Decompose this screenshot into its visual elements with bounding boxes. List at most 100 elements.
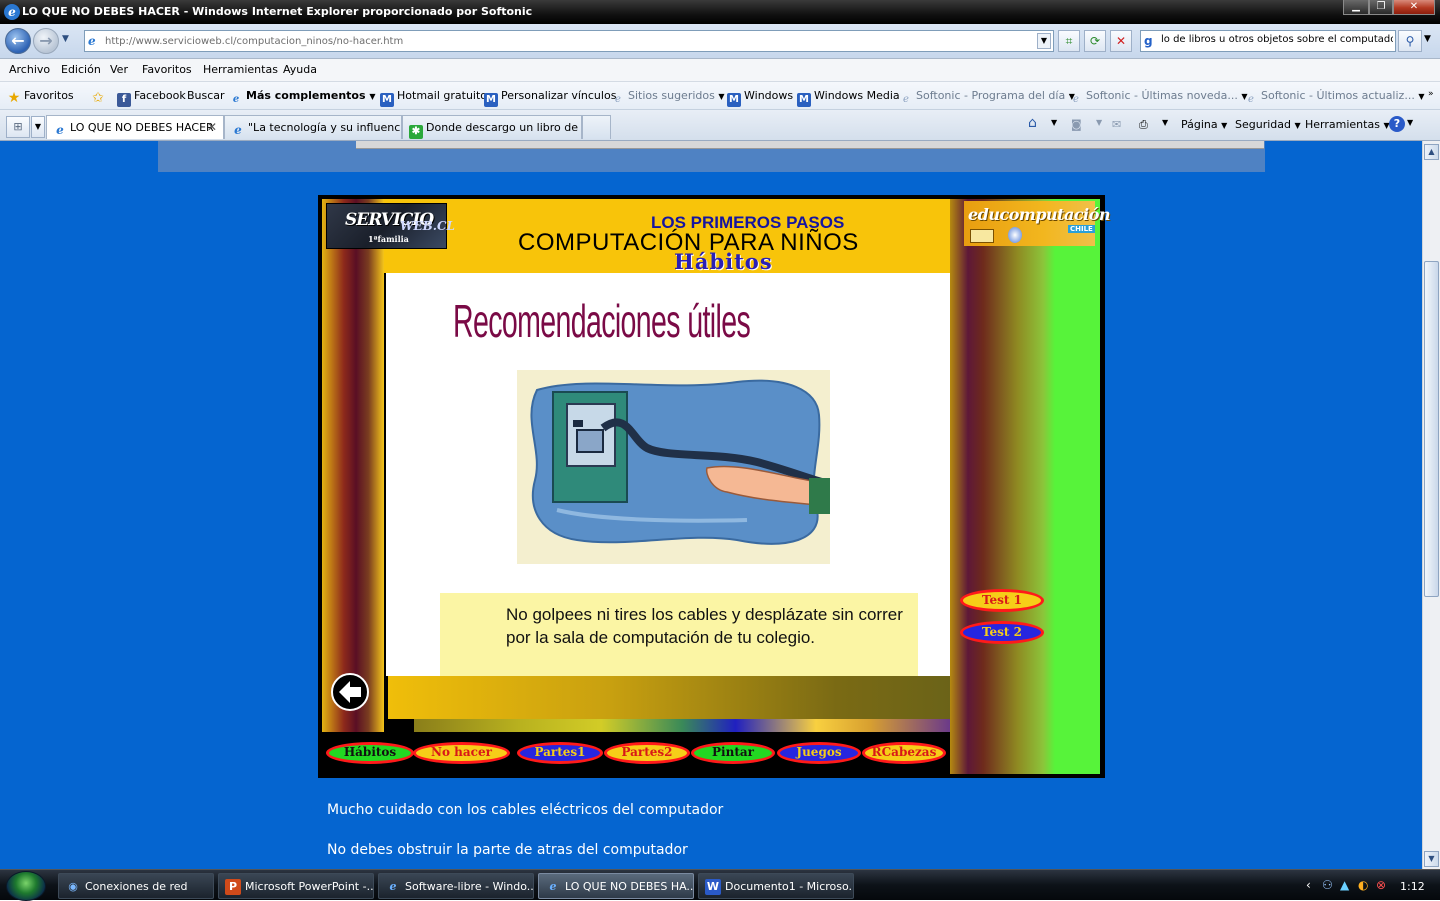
ie-page-icon: e bbox=[234, 123, 242, 137]
network-tray-icon[interactable]: ⚇ bbox=[1322, 878, 1333, 892]
educomputacion-logo[interactable]: educomputación CHILE bbox=[964, 201, 1111, 246]
test1-button[interactable]: Test 1 bbox=[960, 589, 1044, 612]
nav-pintar-button[interactable]: Pintar bbox=[691, 742, 775, 764]
tray-expand-icon[interactable]: ‹ bbox=[1306, 878, 1311, 892]
refresh-icon[interactable]: ⟳ bbox=[1084, 30, 1106, 52]
shield-tray-icon[interactable]: ▲ bbox=[1340, 878, 1349, 892]
ie-icon: e bbox=[549, 880, 557, 893]
new-tab-button[interactable] bbox=[582, 115, 611, 139]
stop-icon[interactable]: ✕ bbox=[1110, 30, 1132, 52]
fav-facebook[interactable]: f Facebook bbox=[117, 89, 186, 107]
fav-sitios-sugeridos[interactable]: e Sitios sugeridos ▼ bbox=[611, 89, 724, 107]
bottom-bar bbox=[384, 676, 950, 719]
print-dropdown-icon[interactable]: ▼ bbox=[1162, 118, 1168, 127]
help-dropdown-icon[interactable]: ▼ bbox=[1407, 118, 1413, 127]
rss-dropdown-icon[interactable]: ▼ bbox=[1096, 118, 1102, 127]
clock[interactable]: 1:12 bbox=[1400, 880, 1425, 893]
scroll-thumb[interactable] bbox=[1424, 261, 1439, 597]
url-input[interactable] bbox=[105, 33, 1025, 49]
nav-partes2-button[interactable]: Partes2 bbox=[604, 742, 690, 764]
add-favorites-icon[interactable]: ✩ bbox=[91, 89, 108, 105]
window-title: LO QUE NO DEBES HACER - Windows Internet… bbox=[22, 5, 533, 18]
nav-juegos-button[interactable]: Juegos bbox=[777, 742, 861, 764]
url-dropdown-icon[interactable]: ▼ bbox=[1037, 33, 1051, 49]
search-input[interactable] bbox=[1161, 34, 1393, 45]
header-line3: Hábitos bbox=[674, 249, 773, 274]
rss-feed-icon[interactable]: ◙ bbox=[1071, 118, 1082, 131]
arrow-left-icon bbox=[339, 681, 361, 703]
menu-archivo[interactable]: Archivo bbox=[9, 63, 50, 76]
flash-animation: LOS PRIMEROS PASOS COMPUTACIÓN PARA NIÑO… bbox=[318, 195, 1111, 778]
compatibility-icon[interactable]: ⌗ bbox=[1058, 30, 1080, 52]
menu-herramientas[interactable]: Herramientas bbox=[203, 63, 278, 76]
msn-icon: M bbox=[797, 93, 811, 107]
fav-softonic-programa[interactable]: e Softonic - Programa del día ▼ bbox=[899, 89, 1075, 107]
security-menu[interactable]: Seguridad ▼ bbox=[1235, 118, 1301, 131]
favorites-bar: ★ Favoritos ✩ f Facebook Buscar e Más compl… bbox=[0, 82, 1440, 110]
task-conexiones[interactable]: ◉ Conexiones de red bbox=[58, 873, 214, 899]
tab-la-tecnologia[interactable]: e"La tecnología y su influencia... bbox=[224, 115, 402, 139]
mouse-icon bbox=[1008, 227, 1022, 243]
nav-no-hacer-button[interactable]: No hacer bbox=[413, 742, 510, 764]
read-mail-icon[interactable]: ✉ bbox=[1112, 118, 1121, 131]
tab-lo-que-no-debes-hacer[interactable]: e LO QUE NO DEBES HACER ✕ bbox=[46, 115, 224, 139]
search-field[interactable]: g bbox=[1140, 30, 1396, 52]
search-options-icon[interactable]: ▼ bbox=[1424, 34, 1431, 44]
quick-tabs-icon[interactable]: ⊞ bbox=[6, 116, 30, 138]
menu-ayuda[interactable]: Ayuda bbox=[283, 63, 317, 76]
msn-icon: M bbox=[727, 93, 741, 107]
close-tab-icon[interactable]: ✕ bbox=[207, 120, 217, 134]
update-tray-icon[interactable]: ◐ bbox=[1358, 878, 1368, 892]
print-icon[interactable]: ⎙ bbox=[1139, 118, 1148, 132]
fav-windows-media[interactable]: M Windows Media bbox=[797, 89, 900, 107]
nav-partes1-button[interactable]: Partes1 bbox=[517, 742, 603, 764]
vertical-scrollbar[interactable]: ▲ ▼ bbox=[1422, 141, 1440, 869]
fav-windows[interactable]: M Windows bbox=[727, 89, 793, 107]
minimize-button[interactable]: ▁ bbox=[1343, 0, 1369, 15]
header-area: LOS PRIMEROS PASOS COMPUTACIÓN PARA NIÑO… bbox=[384, 199, 950, 273]
servicioweb-logo[interactable]: SERVICIO WEB.CL 1ªfamilia bbox=[326, 203, 455, 249]
page-menu[interactable]: Página ▼ bbox=[1181, 118, 1227, 131]
menu-ver[interactable]: Ver bbox=[110, 63, 128, 76]
fav-buscar[interactable]: Buscar bbox=[187, 89, 225, 102]
test2-button[interactable]: Test 2 bbox=[960, 621, 1044, 644]
fav-hotmail[interactable]: M Hotmail gratuito bbox=[380, 89, 487, 107]
menu-favoritos[interactable]: Favoritos bbox=[142, 63, 192, 76]
antivirus-tray-icon[interactable]: ⊗ bbox=[1376, 878, 1386, 892]
forward-button[interactable]: → bbox=[33, 28, 59, 54]
nav-habitos-button[interactable]: Hábitos bbox=[326, 742, 414, 764]
close-window-button[interactable]: ✕ bbox=[1393, 0, 1435, 15]
scroll-up-icon[interactable]: ▲ bbox=[1424, 144, 1439, 160]
nav-rcabezas-button[interactable]: RCabezas bbox=[862, 742, 946, 764]
fav-personalizar[interactable]: M Personalizar vínculos bbox=[484, 89, 616, 107]
ie-icon: e bbox=[389, 880, 397, 893]
search-icon[interactable]: ⚲ bbox=[1398, 30, 1422, 52]
more-favorites-icon[interactable]: » bbox=[1428, 89, 1434, 99]
star-icon: ★ bbox=[7, 90, 21, 106]
menu-edicion[interactable]: Edición bbox=[61, 63, 101, 76]
tab-bar: ⊞ ▼ e LO QUE NO DEBES HACER ✕ e "La tecnolo… bbox=[0, 110, 1440, 141]
fav-softonic-novedades[interactable]: e Softonic - Últimas noveda... ▼ bbox=[1069, 89, 1247, 107]
task-lo-que-no-debes[interactable]: e LO QUE NO DEBES HA... bbox=[538, 873, 694, 899]
tools-menu[interactable]: Herramientas ▼ bbox=[1305, 118, 1390, 131]
task-powerpoint[interactable]: P Microsoft PowerPoint -... bbox=[218, 873, 374, 899]
home-dropdown-icon[interactable]: ▼ bbox=[1051, 118, 1057, 127]
fav-mas-complementos[interactable]: e Más complementos ▼ bbox=[229, 89, 376, 107]
recent-pages-dropdown-icon[interactable]: ▼ bbox=[62, 34, 69, 44]
home-icon[interactable]: ⌂ bbox=[1028, 115, 1037, 131]
back-button[interactable]: ← bbox=[5, 28, 31, 54]
fav-softonic-actualiz[interactable]: e Softonic - Últimos actualiz... ▼ bbox=[1244, 89, 1424, 107]
network-icon: ◉ bbox=[68, 880, 78, 893]
restore-button[interactable]: ❐ bbox=[1369, 0, 1393, 15]
start-button[interactable] bbox=[6, 871, 46, 901]
address-toolbar: ← → ▼ e ▼ ⌗ ⟳ ✕ g ⚲ ▼ bbox=[0, 24, 1440, 59]
tab-list-dropdown-icon[interactable]: ▼ bbox=[31, 116, 45, 138]
tab-donde-descargo[interactable]: ✱ Donde descargo un libro de a... bbox=[402, 115, 582, 139]
help-icon[interactable]: ? bbox=[1389, 116, 1405, 132]
scroll-down-icon[interactable]: ▼ bbox=[1424, 851, 1439, 867]
favorites-button[interactable]: ★ Favoritos bbox=[7, 89, 74, 105]
task-documento1[interactable]: W Documento1 - Microso... bbox=[698, 873, 854, 899]
address-field[interactable]: e ▼ bbox=[84, 30, 1054, 52]
task-software-libre[interactable]: e Software-libre - Windo... bbox=[378, 873, 534, 899]
back-arrow-button[interactable] bbox=[331, 673, 369, 711]
